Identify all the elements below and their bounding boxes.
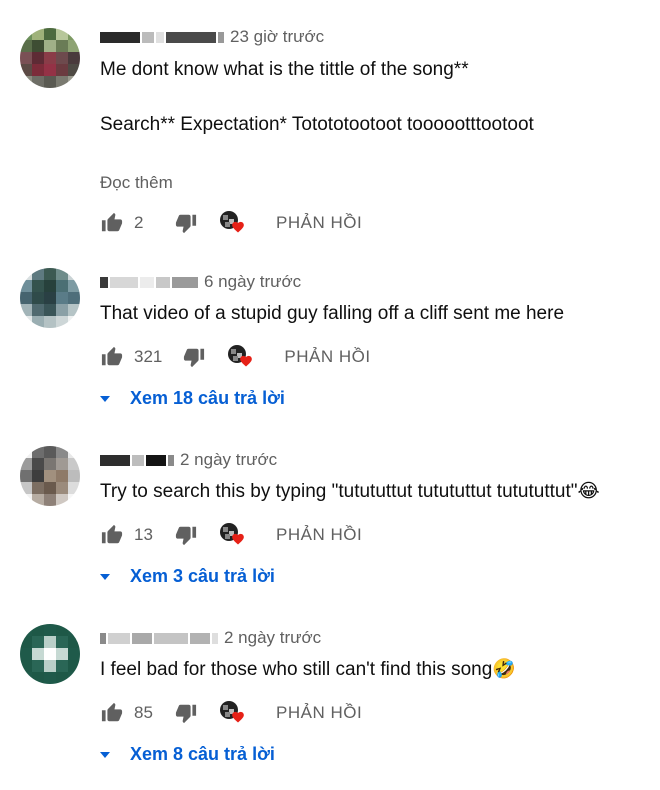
comment-time[interactable]: 2 ngày trước: [180, 450, 277, 470]
comment-meta: 23 giờ trước: [100, 26, 324, 48]
like-count: 13: [134, 525, 153, 544]
like-icon: [101, 524, 123, 544]
view-replies-button[interactable]: Xem 3 câu trả lời: [100, 566, 275, 587]
reply-button[interactable]: PHẢN HỒI: [276, 213, 362, 233]
comment-2: 6 ngày trước That video of a stupid guy …: [0, 262, 660, 422]
dislike-button[interactable]: [182, 345, 206, 369]
creator-heart: [220, 523, 246, 547]
creator-heart-icon: [232, 533, 244, 545]
dislike-icon: [175, 214, 197, 234]
comment-text: That video of a stupid guy falling off a…: [100, 303, 565, 324]
view-replies-label: Xem 3 câu trả lời: [130, 566, 275, 586]
creator-heart: [228, 345, 254, 369]
read-more-link[interactable]: Đọc thêm: [100, 173, 173, 193]
caret-down-icon: [100, 573, 110, 580]
author-name[interactable]: [100, 276, 108, 288]
comment-3: 2 ngày trước Try to search this by typin…: [0, 440, 660, 600]
avatar[interactable]: [20, 624, 80, 684]
comment-time[interactable]: 23 giờ trước: [230, 27, 324, 47]
comment-actions: 13 PHẢN HỒI: [100, 522, 362, 548]
dislike-icon: [175, 704, 197, 724]
comment-text: Me dont know what is the tittle of the s…: [100, 59, 469, 80]
dislike-icon: [175, 526, 197, 546]
comment-time[interactable]: 2 ngày trước: [224, 628, 321, 648]
reply-button[interactable]: PHẢN HỒI: [276, 525, 362, 545]
like-button[interactable]: [100, 523, 124, 547]
like-button[interactable]: [100, 211, 124, 235]
caret-down-icon: [100, 395, 110, 402]
comment-meta: 2 ngày trước: [100, 627, 321, 649]
comment-actions: 85 PHẢN HỒI: [100, 700, 362, 726]
comment-time[interactable]: 6 ngày trước: [204, 272, 301, 292]
reply-button[interactable]: PHẢN HỒI: [276, 703, 362, 723]
comment-4: 2 ngày trước I feel bad for those who st…: [0, 618, 660, 790]
avatar[interactable]: [20, 446, 80, 506]
like-count: 85: [134, 703, 153, 722]
like-icon: [101, 212, 123, 232]
like-icon: [101, 346, 123, 366]
avatar[interactable]: [20, 268, 80, 328]
creator-heart: [220, 211, 246, 235]
dislike-button[interactable]: [174, 211, 198, 235]
comment-text: Search** Expectation* Totototootoot tooo…: [100, 114, 534, 135]
dislike-button[interactable]: [174, 701, 198, 725]
comment-1: 23 giờ trước Me dont know what is the ti…: [0, 0, 660, 250]
like-count: 2: [134, 213, 144, 232]
reply-button[interactable]: PHẢN HỒI: [284, 347, 370, 367]
creator-heart-icon: [232, 221, 244, 233]
view-replies-button[interactable]: Xem 8 câu trả lời: [100, 744, 275, 765]
author-name[interactable]: [100, 632, 106, 644]
comment-text: I feel bad for those who still can't fin…: [100, 659, 516, 680]
like-button[interactable]: [100, 345, 124, 369]
view-replies-label: Xem 18 câu trả lời: [130, 388, 285, 408]
dislike-button[interactable]: [174, 523, 198, 547]
like-icon: [101, 702, 123, 722]
caret-down-icon: [100, 751, 110, 758]
comment-actions: 2 PHẢN HỒI: [100, 210, 362, 236]
comment-text: Try to search this by typing "tutututtut…: [100, 481, 600, 502]
comment-meta: 2 ngày trước: [100, 449, 277, 471]
author-name[interactable]: [100, 454, 130, 466]
creator-heart-icon: [232, 711, 244, 723]
view-replies-label: Xem 8 câu trả lời: [130, 744, 275, 764]
like-count: 321: [134, 347, 163, 366]
creator-heart: [220, 701, 246, 725]
comment-actions: 321 PHẢN HỒI: [100, 344, 371, 370]
avatar[interactable]: [20, 28, 80, 88]
author-name[interactable]: [100, 31, 140, 43]
view-replies-button[interactable]: Xem 18 câu trả lời: [100, 388, 285, 409]
dislike-icon: [184, 348, 205, 368]
creator-heart-icon: [240, 355, 253, 367]
like-button[interactable]: [100, 701, 124, 725]
comment-meta: 6 ngày trước: [100, 271, 301, 293]
